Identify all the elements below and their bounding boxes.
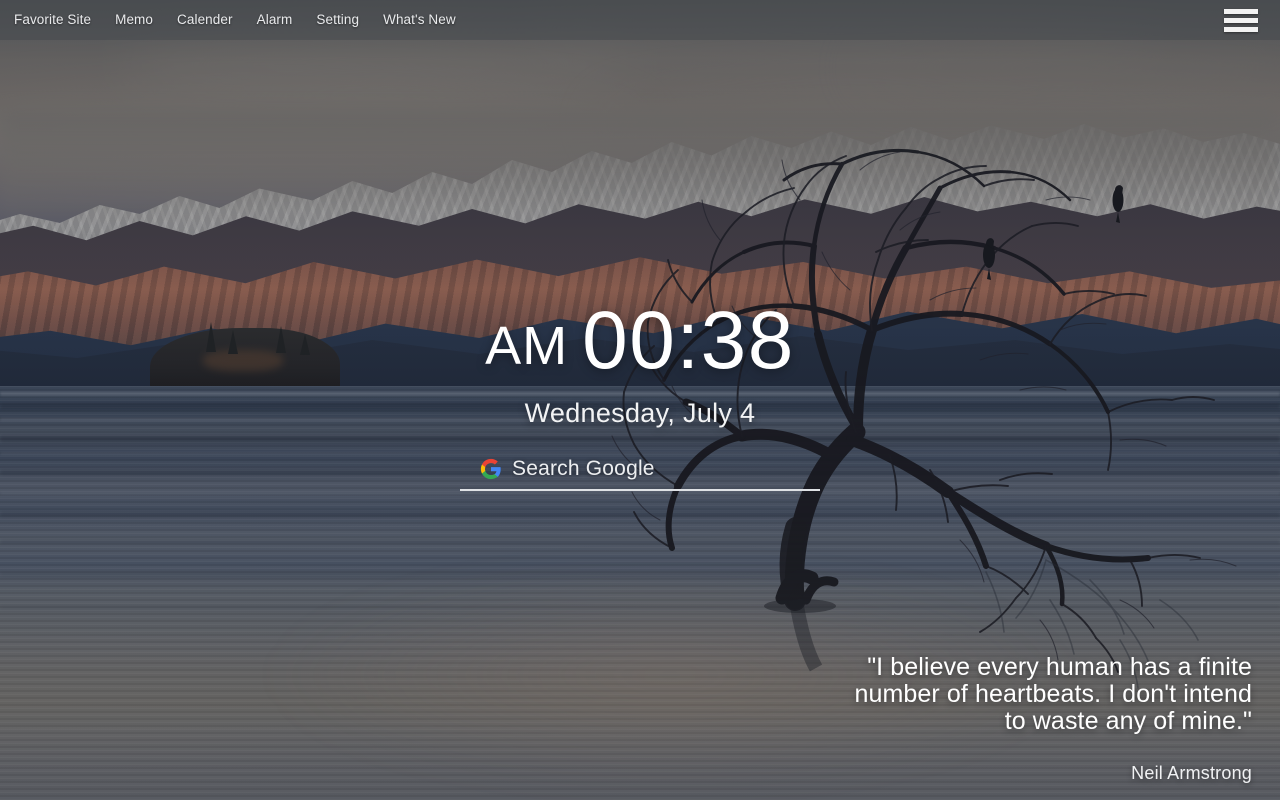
- clock-display: AM 00:38: [485, 300, 795, 382]
- nav-favorite-site[interactable]: Favorite Site: [14, 0, 91, 40]
- hamburger-bar: [1224, 18, 1258, 23]
- center-widget-stack: AM 00:38 Wednesday, July 4: [0, 300, 1280, 491]
- search-bar[interactable]: [460, 455, 820, 491]
- search-input[interactable]: [512, 455, 818, 483]
- nav-setting[interactable]: Setting: [316, 0, 359, 40]
- top-navigation-bar: Favorite Site Memo Calender Alarm Settin…: [0, 0, 1280, 40]
- nav-whats-new[interactable]: What's New: [383, 0, 456, 40]
- quote-text: "I believe every human has a finite numb…: [854, 653, 1252, 735]
- hamburger-bar: [1224, 27, 1258, 32]
- hamburger-menu-icon[interactable]: [1224, 9, 1258, 32]
- quote-author: Neil Armstrong: [1131, 763, 1252, 783]
- google-g-icon: [480, 458, 501, 480]
- nav-memo[interactable]: Memo: [115, 0, 153, 40]
- page-ui: Favorite Site Memo Calender Alarm Settin…: [0, 0, 1280, 800]
- quote-block: "I believe every human has a finite numb…: [832, 654, 1252, 784]
- clock-time: 00:38: [582, 295, 795, 386]
- nav-calender[interactable]: Calender: [177, 0, 233, 40]
- clock-date: Wednesday, July 4: [524, 398, 756, 428]
- nav-alarm[interactable]: Alarm: [257, 0, 293, 40]
- clock-meridiem: AM: [485, 316, 569, 376]
- hamburger-bar: [1224, 9, 1258, 14]
